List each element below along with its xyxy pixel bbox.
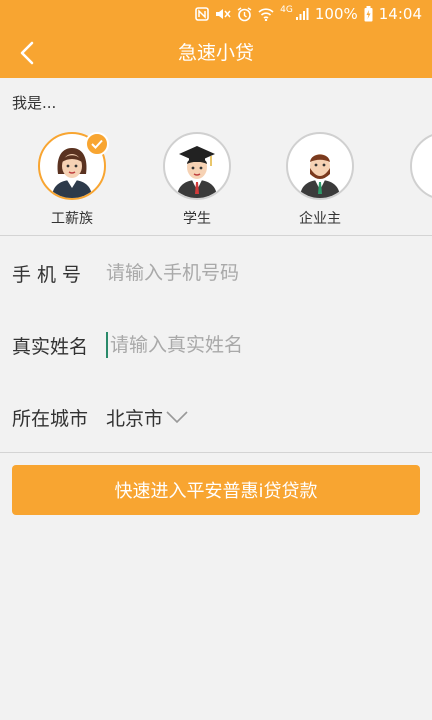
identity-options: 工薪族 学生 企业主 xyxy=(0,132,432,228)
app-bar: 急速小贷 xyxy=(0,28,432,78)
clock: 14:04 xyxy=(378,5,422,23)
name-label: 真实姓名 xyxy=(12,335,89,358)
wifi-icon xyxy=(258,7,274,21)
student-avatar-icon xyxy=(177,146,217,198)
city-select[interactable]: 北京市 xyxy=(106,404,189,431)
identity-option-student[interactable]: 学生 xyxy=(152,132,242,228)
alarm-icon xyxy=(237,6,252,22)
avatar xyxy=(410,132,432,200)
name-input[interactable] xyxy=(110,334,420,356)
identity-option-label: 学生 xyxy=(183,211,211,227)
avatar xyxy=(163,132,231,200)
phone-label: 手机号 xyxy=(12,263,88,286)
selected-check-icon xyxy=(85,132,109,156)
page-title: 急速小贷 xyxy=(177,42,254,64)
nfc-icon xyxy=(195,7,209,21)
identity-option-business-owner[interactable]: 企业主 xyxy=(275,132,365,228)
name-row: 真实姓名 xyxy=(12,325,420,365)
chevron-down-icon xyxy=(166,411,188,424)
network-type-label: 4G xyxy=(280,5,293,15)
signal-icon xyxy=(295,7,309,21)
status-bar: 4G 100% 14:04 xyxy=(0,0,432,28)
battery-charging-icon xyxy=(364,6,373,22)
city-value: 北京市 xyxy=(106,407,164,430)
mute-icon xyxy=(215,7,231,21)
identity-option-label: 工薪族 xyxy=(51,211,93,227)
identity-option-worker[interactable]: 工薪族 xyxy=(27,132,117,228)
identity-prompt: 我是... xyxy=(12,94,57,112)
phone-row: 手机号 xyxy=(12,253,420,293)
business-owner-avatar-icon xyxy=(300,154,340,198)
phone-input[interactable] xyxy=(106,262,420,284)
city-row: 所在城市 北京市 xyxy=(12,397,420,437)
divider xyxy=(0,235,432,236)
city-label: 所在城市 xyxy=(12,407,89,430)
divider xyxy=(0,452,432,453)
back-arrow-icon xyxy=(20,41,34,65)
identity-option-label: 企业主 xyxy=(299,211,341,227)
battery-percent: 100% xyxy=(314,5,358,23)
avatar xyxy=(286,132,354,200)
back-button[interactable] xyxy=(10,36,44,70)
text-cursor xyxy=(106,332,108,358)
identity-option-more[interactable] xyxy=(399,132,432,200)
submit-loan-button[interactable]: 快速进入平安普惠i贷贷款 xyxy=(12,465,420,515)
